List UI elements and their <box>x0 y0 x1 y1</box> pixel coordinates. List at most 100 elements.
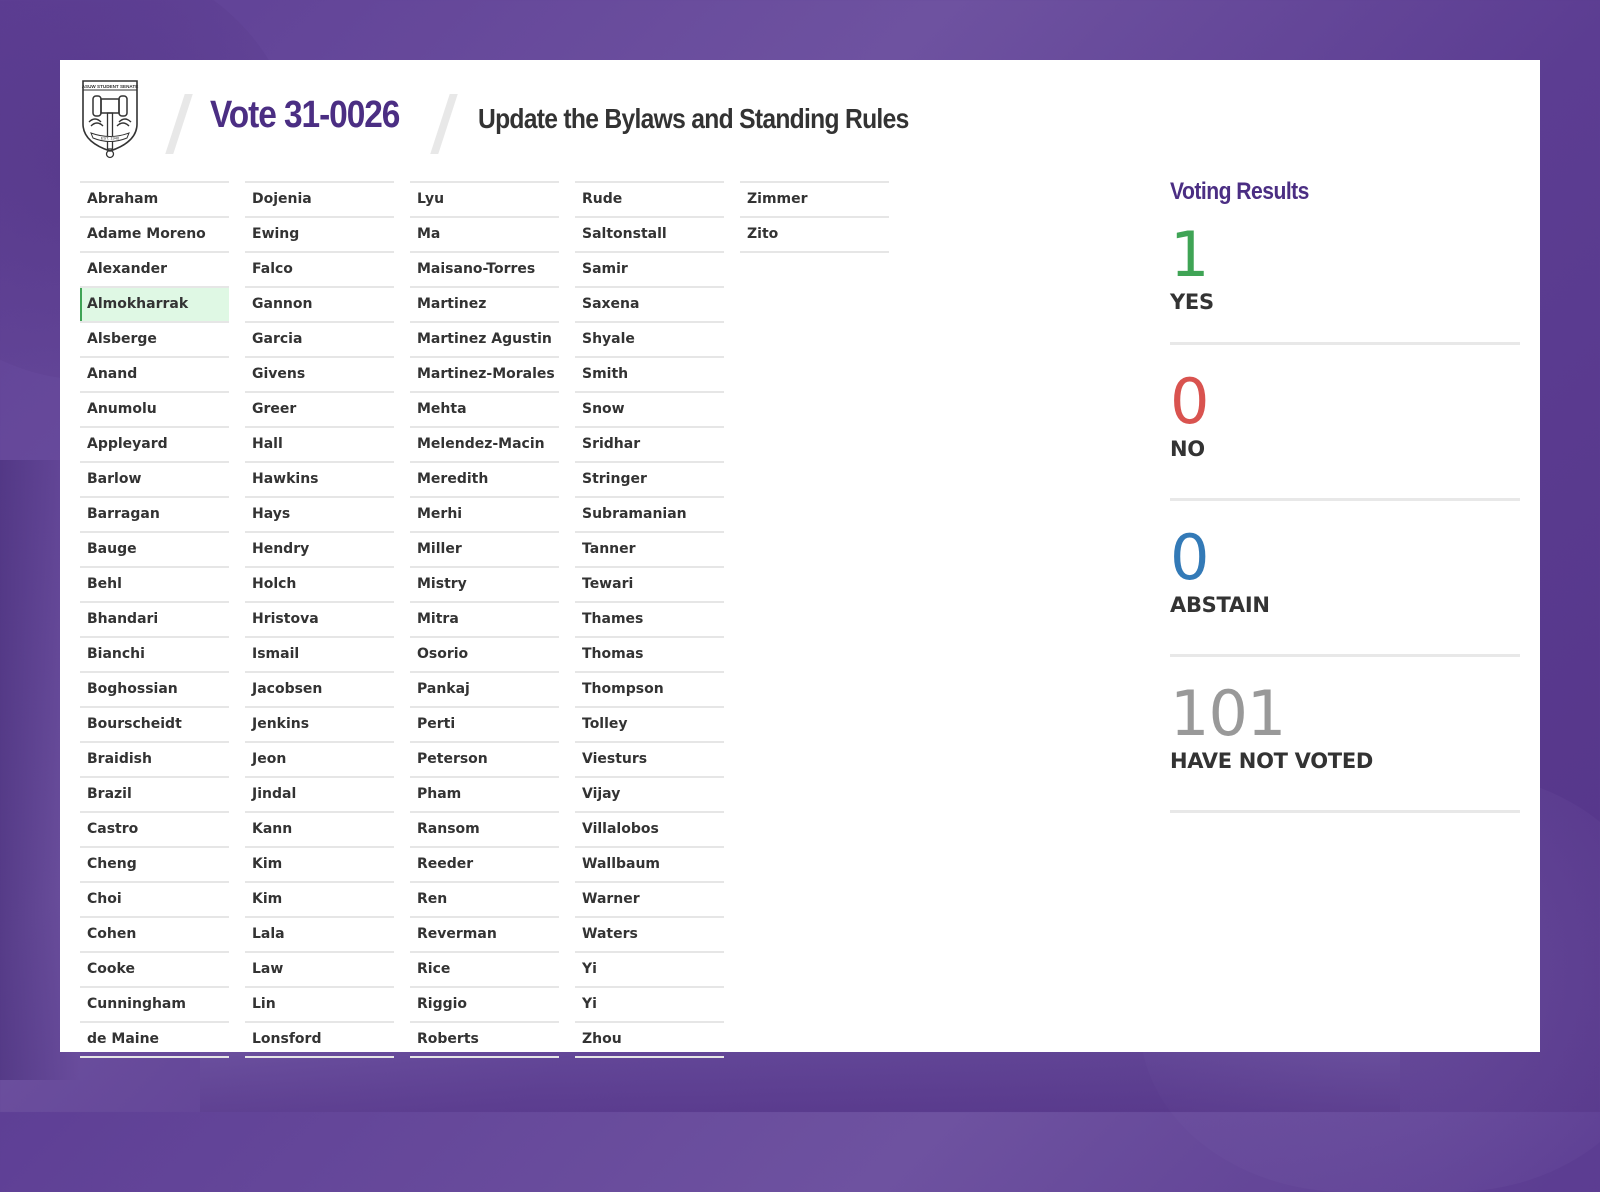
senator-list-item: Braidish <box>80 741 229 776</box>
no-label: NO <box>1170 437 1205 461</box>
senator-list-item: Cohen <box>80 916 229 951</box>
senator-list-item: Kim <box>245 846 394 881</box>
senator-list-item: Bourscheidt <box>80 706 229 741</box>
vote-id-title: Vote 31-0026 <box>210 94 400 136</box>
senator-list-item: Anand <box>80 356 229 391</box>
senator-list-item: Ren <box>410 881 559 916</box>
senator-list-item: Hendry <box>245 531 394 566</box>
senator-list-item: Lonsford <box>245 1021 394 1058</box>
senator-list-item: Tolley <box>575 706 724 741</box>
senator-list-item: Sridhar <box>575 426 724 461</box>
senator-list-item: de Maine <box>80 1021 229 1058</box>
senator-list-item: Warner <box>575 881 724 916</box>
senator-list-item: Ismail <box>245 636 394 671</box>
senator-list-item: Lala <box>245 916 394 951</box>
senator-list-item: Hristova <box>245 601 394 636</box>
senator-list-item: Meredith <box>410 461 559 496</box>
senator-list-item: Miller <box>410 531 559 566</box>
senator-list-item: Almokharrak <box>80 286 229 321</box>
senator-list-item: Tewari <box>575 566 724 601</box>
senator-list-item: Choi <box>80 881 229 916</box>
senator-list-item: Tanner <box>575 531 724 566</box>
senator-list-item: Riggio <box>410 986 559 1021</box>
senator-list-item: Gannon <box>245 286 394 321</box>
senate-crest-logo-icon: ASUW STUDENT SENATE EST. 1946 <box>82 80 139 159</box>
senator-list-item: Wallbaum <box>575 846 724 881</box>
senator-list-item: Alsberge <box>80 321 229 356</box>
senator-list-item: Jindal <box>245 776 394 811</box>
logo-top-text: ASUW STUDENT SENATE <box>82 84 139 89</box>
senator-list-item: Behl <box>80 566 229 601</box>
senator-list-item: Thames <box>575 601 724 636</box>
senator-list-item: Barragan <box>80 496 229 531</box>
senator-list-item: Jeon <box>245 741 394 776</box>
senator-list-item: Villalobos <box>575 811 724 846</box>
not-voted-label: HAVE NOT VOTED <box>1170 749 1374 773</box>
roster-column: Dojenia Ewing Falco Gannon Garcia Givens Greer… <box>245 181 394 1058</box>
senator-list-item: Maisano-Torres <box>410 251 559 286</box>
senator-list-item: Givens <box>245 356 394 391</box>
senator-list-item: Reeder <box>410 846 559 881</box>
senator-list-item: Ransom <box>410 811 559 846</box>
senator-list-item: Stringer <box>575 461 724 496</box>
senator-list-item: Abraham <box>80 181 229 216</box>
senator-list-item: Zito <box>740 216 889 253</box>
abstain-label: ABSTAIN <box>1170 593 1270 617</box>
senator-list-item: Boghossian <box>80 671 229 706</box>
senator-list-item: Garcia <box>245 321 394 356</box>
senator-list-item: Melendez-Macin <box>410 426 559 461</box>
senator-list-item: Zhou <box>575 1021 724 1058</box>
senator-list-item: Hawkins <box>245 461 394 496</box>
senator-list-item: Cooke <box>80 951 229 986</box>
senator-list-item: Martinez Agustin <box>410 321 559 356</box>
senator-list-item: Zimmer <box>740 181 889 216</box>
results-title: Voting Results <box>1170 178 1309 205</box>
background-photo-overlay <box>200 1052 1400 1112</box>
senator-list-item: Pham <box>410 776 559 811</box>
senator-list-item: Hays <box>245 496 394 531</box>
vote-header: ASUW STUDENT SENATE EST. 1946 Vote 31-00… <box>60 60 1540 170</box>
senator-list-item: Viesturs <box>575 741 724 776</box>
tally-not-voted: 101 HAVE NOT VOTED <box>1170 683 1520 813</box>
senator-list-item: Martinez-Morales <box>410 356 559 391</box>
senator-list-item: Reverman <box>410 916 559 951</box>
senator-list-item: Dojenia <box>245 181 394 216</box>
vote-panel: ASUW STUDENT SENATE EST. 1946 Vote 31-00… <box>60 60 1540 1058</box>
tally-abstain: 0 ABSTAIN <box>1170 527 1520 657</box>
senator-list-item: Castro <box>80 811 229 846</box>
senator-list-item: Bianchi <box>80 636 229 671</box>
senator-list-item: Anumolu <box>80 391 229 426</box>
senator-list-item: Kann <box>245 811 394 846</box>
senator-list-item: Cunningham <box>80 986 229 1021</box>
senator-list-item: Vijay <box>575 776 724 811</box>
roster-column: Lyu Ma Maisano-Torres Martinez Martinez Agus… <box>410 181 559 1058</box>
senator-list-item: Mehta <box>410 391 559 426</box>
senator-list-item: Subramanian <box>575 496 724 531</box>
senator-list-item: Bauge <box>80 531 229 566</box>
senator-list-item: Saxena <box>575 286 724 321</box>
senator-list-item: Kim <box>245 881 394 916</box>
logo-bottom-text: EST. 1946 <box>101 136 120 141</box>
senator-list-item: Lin <box>245 986 394 1021</box>
senator-list-item: Hall <box>245 426 394 461</box>
header-divider <box>165 94 193 154</box>
senator-list-item: Greer <box>245 391 394 426</box>
senator-list-item: Thomas <box>575 636 724 671</box>
senator-list-item: Snow <box>575 391 724 426</box>
roster-column: Rude Saltonstall Samir Saxena Shyale Smith Sno… <box>575 181 724 1058</box>
senator-list-item: Jenkins <box>245 706 394 741</box>
senator-list-item: Barlow <box>80 461 229 496</box>
vote-subject: Update the Bylaws and Standing Rules <box>478 103 909 134</box>
senator-list-item: Lyu <box>410 181 559 216</box>
senator-list-item: Ewing <box>245 216 394 251</box>
yes-label: YES <box>1170 290 1214 314</box>
senator-list-item: Samir <box>575 251 724 286</box>
senator-list-item: Yi <box>575 951 724 986</box>
not-voted-count: 101 <box>1170 677 1286 750</box>
senator-list-item: Mistry <box>410 566 559 601</box>
senator-list-item: Rude <box>575 181 724 216</box>
senator-list-item: Yi <box>575 986 724 1021</box>
senator-list-item: Martinez <box>410 286 559 321</box>
roster-column: Abraham Adame Moreno Alexander Almokharrak A… <box>80 181 229 1058</box>
no-count: 0 <box>1170 365 1209 438</box>
